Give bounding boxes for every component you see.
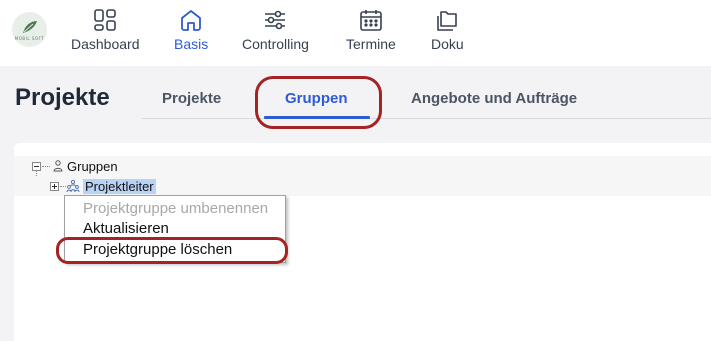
group-node-icon <box>51 159 65 173</box>
page-title: Projekte <box>15 84 110 111</box>
tabs-divider <box>142 118 711 119</box>
tree-connector <box>42 166 50 167</box>
nav-doku[interactable]: Doku <box>431 6 464 52</box>
tree-node-label: Projektleiter <box>83 179 156 194</box>
tree-node-projektleiter[interactable]: Projektleiter <box>14 176 711 196</box>
nav-label: Basis <box>174 36 209 52</box>
context-menu: Projektgruppe umbenennen Aktualisieren P… <box>64 195 286 263</box>
users-node-icon <box>66 179 80 193</box>
leaf-logo-icon <box>22 20 37 33</box>
sliders-icon <box>261 6 289 34</box>
tree-node-label: Gruppen <box>67 159 118 174</box>
nav-basis[interactable]: Basis <box>174 6 208 52</box>
folders-icon <box>433 6 461 34</box>
nav-dashboard[interactable]: Dashboard <box>71 6 140 52</box>
active-tab-indicator <box>264 116 370 119</box>
menu-item-rename-group: Projektgruppe umbenennen <box>83 200 269 217</box>
top-navigation: MOBIL SOFT Dashboard Basis Controlling T… <box>0 0 711 66</box>
tab-angebote-und-auftraege[interactable]: Angebote und Aufträge <box>411 90 577 107</box>
nav-controlling[interactable]: Controlling <box>242 6 309 52</box>
home-icon <box>177 6 205 34</box>
tab-gruppen[interactable]: Gruppen <box>285 90 348 107</box>
nav-label: Termine <box>346 36 396 52</box>
nav-label: Dashboard <box>71 36 140 52</box>
nav-label: Doku <box>431 36 464 52</box>
menu-item-refresh[interactable]: Aktualisieren <box>83 220 169 237</box>
tree-node-gruppen[interactable]: Gruppen <box>14 156 711 176</box>
page-header: Projekte Projekte Gruppen Angebote und A… <box>0 66 711 138</box>
expand-toggle[interactable] <box>50 182 59 191</box>
tab-projekte[interactable]: Projekte <box>162 90 221 107</box>
calendar-icon <box>357 6 385 34</box>
nav-label: Controlling <box>242 36 309 52</box>
menu-item-delete-group[interactable]: Projektgruppe löschen <box>83 241 232 258</box>
logo-text: MOBIL SOFT <box>14 35 45 41</box>
app-logo[interactable]: MOBIL SOFT <box>12 12 47 47</box>
nav-termine[interactable]: Termine <box>346 6 396 52</box>
dashboard-icon <box>91 6 119 34</box>
